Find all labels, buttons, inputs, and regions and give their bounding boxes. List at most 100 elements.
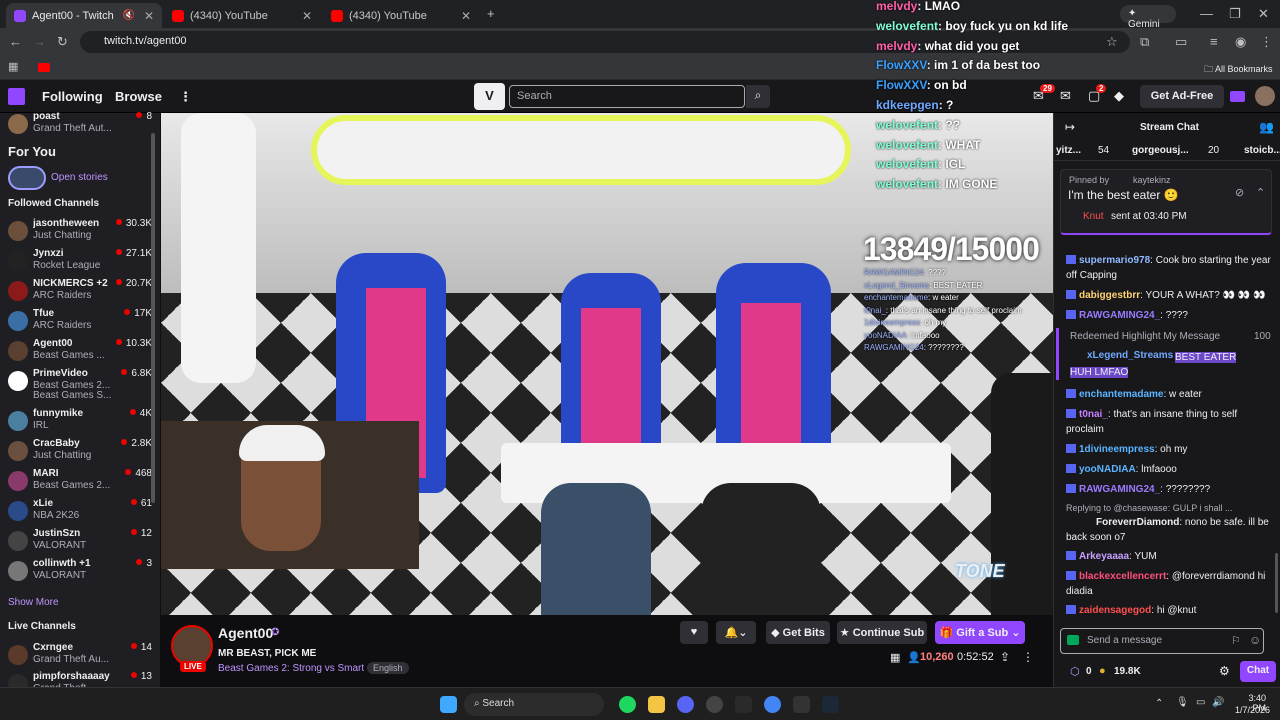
chat-username[interactable]: dabiggestbrr xyxy=(1079,290,1140,301)
channel-points-icon[interactable]: ⬡ xyxy=(1070,665,1080,678)
chat-username[interactable]: supermario978 xyxy=(1079,255,1150,266)
gifter-name[interactable]: yitz... xyxy=(1056,145,1081,156)
back-icon[interactable]: ← xyxy=(9,34,22,49)
app-icon-2[interactable] xyxy=(793,696,810,713)
chat-username[interactable]: zaidensagegod xyxy=(1079,605,1151,616)
network-icon[interactable]: ▭ xyxy=(1196,697,1205,708)
minimize-icon[interactable]: — xyxy=(1200,6,1213,21)
chat-username[interactable]: RAWGAMING24_ xyxy=(1079,310,1160,321)
sidebar-scrollbar[interactable] xyxy=(151,133,155,503)
whispers-icon[interactable]: ✉ xyxy=(1060,88,1071,104)
forward-icon[interactable]: → xyxy=(33,34,46,49)
nav-more-icon[interactable]: ⋮ xyxy=(179,89,192,105)
extension-logo-icon[interactable]: V xyxy=(474,83,505,110)
gifter-name[interactable]: gorgeousj... xyxy=(1132,145,1189,156)
get-ad-free-button[interactable]: Get Ad-Free xyxy=(1140,85,1224,108)
media-icon[interactable]: ≡ xyxy=(1210,34,1218,49)
follow-heart-button[interactable]: ♥ xyxy=(680,621,708,644)
sidebar-channel[interactable]: xLie NBA 2K26 61 xyxy=(8,498,152,526)
collapse-pin-icon[interactable]: ⌃ xyxy=(1256,186,1265,199)
close-window-icon[interactable]: ✕ xyxy=(1258,6,1269,22)
close-tab-icon[interactable]: ✕ xyxy=(302,9,312,23)
notification-bell-button[interactable]: 🔔⌄ xyxy=(716,621,756,644)
reload-icon[interactable]: ↻ xyxy=(57,34,68,50)
reply-context[interactable]: Replying to @chasewase: GULP i shall ... xyxy=(1066,503,1233,513)
share-icon[interactable]: ⇪ xyxy=(1000,650,1010,664)
stories-avatars[interactable] xyxy=(8,166,46,190)
twitch-logo-icon[interactable] xyxy=(8,88,25,105)
windows-start-icon[interactable] xyxy=(440,696,457,713)
chat-username[interactable]: yooNADIAA xyxy=(1079,464,1136,475)
bits-cheer-icon[interactable]: ⚐ xyxy=(1231,634,1241,647)
sidebar-channel[interactable]: MARI Beast Games 2... 468 xyxy=(8,468,152,496)
cast-icon[interactable]: ▭ xyxy=(1175,34,1187,50)
community-icon[interactable]: 👥 xyxy=(1259,120,1274,134)
chat-username[interactable]: blackexcellencerrt xyxy=(1079,571,1166,582)
taskbar-search[interactable]: ⌕ Search xyxy=(464,693,604,716)
new-tab-button[interactable]: + xyxy=(487,6,495,21)
gemini-button[interactable]: ✦ Gemini xyxy=(1120,5,1176,30)
gift-sub-button[interactable]: 🎁 Gift a Sub ⌄ xyxy=(935,621,1025,644)
nav-browse[interactable]: Browse xyxy=(115,89,162,104)
app-icon[interactable] xyxy=(706,696,723,713)
file-explorer-icon[interactable] xyxy=(648,696,665,713)
sidebar-channel[interactable]: PrimeVideo Beast Games 2... Beast Games S.… xyxy=(8,368,152,401)
get-bits-button[interactable]: ◆ Get Bits xyxy=(766,621,830,644)
layout-grid-icon[interactable]: ▦ xyxy=(890,651,900,664)
chat-scrollbar[interactable] xyxy=(1275,553,1278,613)
prime-icon[interactable] xyxy=(1230,91,1245,102)
discord-icon[interactable] xyxy=(677,696,694,713)
search-input[interactable]: Search xyxy=(509,85,745,108)
clock-date[interactable]: 1/7/2026 xyxy=(1230,705,1270,715)
all-bookmarks-link[interactable]: 🗀 All Bookmarks xyxy=(1204,62,1273,78)
menu-kebab-icon[interactable]: ⋮ xyxy=(1260,34,1273,50)
extensions-icon[interactable]: ⧉ xyxy=(1140,34,1149,50)
profile-icon[interactable]: ◉ xyxy=(1235,34,1246,50)
sidebar-channel[interactable]: JustinSzn VALORANT 12 xyxy=(8,528,152,556)
sidebar-channel[interactable]: Agent00 Beast Games ... 10.3K xyxy=(8,338,152,366)
chat-send-button[interactable]: Chat xyxy=(1240,661,1276,682)
more-options-icon[interactable]: ⋮ xyxy=(1022,650,1034,664)
collapse-chat-icon[interactable]: ↦ xyxy=(1065,120,1075,134)
close-tab-icon[interactable]: ✕ xyxy=(144,9,154,23)
chat-username[interactable]: 1divineempress xyxy=(1079,444,1155,455)
nav-following[interactable]: Following xyxy=(42,89,103,104)
pinned-sender[interactable]: Knut xyxy=(1083,211,1104,222)
chat-username[interactable]: RAWGAMING24_ xyxy=(1079,484,1160,495)
bits-icon[interactable]: ◆ xyxy=(1114,88,1124,104)
user-avatar[interactable] xyxy=(1255,86,1275,106)
volume-icon[interactable]: 🔊 xyxy=(1212,697,1224,708)
tray-chevron-icon[interactable]: ⌃ xyxy=(1155,698,1163,709)
browser-tab-youtube-2[interactable]: (4340) YouTube ✕ xyxy=(323,3,479,28)
chat-input[interactable]: Send a message ⚐ ☺ xyxy=(1060,628,1264,654)
chat-username[interactable]: t0nai_ xyxy=(1079,409,1108,420)
chat-settings-icon[interactable]: ⚙ xyxy=(1219,664,1230,678)
chat-username[interactable]: ForeverrDiamond xyxy=(1066,517,1179,528)
steam-icon[interactable] xyxy=(822,696,839,713)
sidebar-channel[interactable]: funnymike IRL 4K xyxy=(8,408,152,436)
sidebar-channel[interactable]: Cxrngee Grand Theft Au... 14 xyxy=(8,642,152,670)
show-more-link[interactable]: Show More xyxy=(8,597,59,608)
sidebar-channel[interactable]: CracBaby Just Chatting 2.8K xyxy=(8,438,152,466)
sidebar-channel-poast[interactable]: poast Grand Theft Aut... 8 xyxy=(8,111,152,139)
stream-game-link[interactable]: Beast Games 2: Strong vs Smart xyxy=(218,663,364,674)
epic-games-icon[interactable] xyxy=(735,696,752,713)
search-icon[interactable]: ⌕ xyxy=(746,85,770,108)
mute-icon[interactable]: 🔇 xyxy=(123,10,135,21)
mic-icon[interactable]: 🎙 xyxy=(1176,697,1189,708)
sidebar-channel[interactable]: jasontheween Just Chatting 30.3K xyxy=(8,218,152,246)
chat-username[interactable]: enchantemadame xyxy=(1079,389,1163,400)
gifter-name[interactable]: stoicb... xyxy=(1244,145,1280,156)
continue-sub-button[interactable]: ★ Continue Sub xyxy=(837,621,927,644)
close-tab-icon[interactable]: ✕ xyxy=(461,9,471,23)
chat-identity-icon[interactable] xyxy=(1067,635,1079,645)
bookmark-star-icon[interactable]: ☆ xyxy=(1106,34,1118,50)
sidebar-channel[interactable]: Tfue ARC Raiders 17K xyxy=(8,308,152,336)
maximize-icon[interactable]: ❐ xyxy=(1229,6,1241,22)
chrome-icon[interactable] xyxy=(764,696,781,713)
sidebar-channel[interactable]: Jynxzi Rocket League 27.1K xyxy=(8,248,152,276)
video-player[interactable]: melvdy: LMAO welovefent: boy fuck yu on k… xyxy=(161,0,1068,615)
apps-grid-icon[interactable]: ▦ xyxy=(8,60,18,73)
open-stories-link[interactable]: Open stories xyxy=(51,172,108,183)
sidebar-channel[interactable]: collinwth +1 VALORANT 3 xyxy=(8,558,152,586)
